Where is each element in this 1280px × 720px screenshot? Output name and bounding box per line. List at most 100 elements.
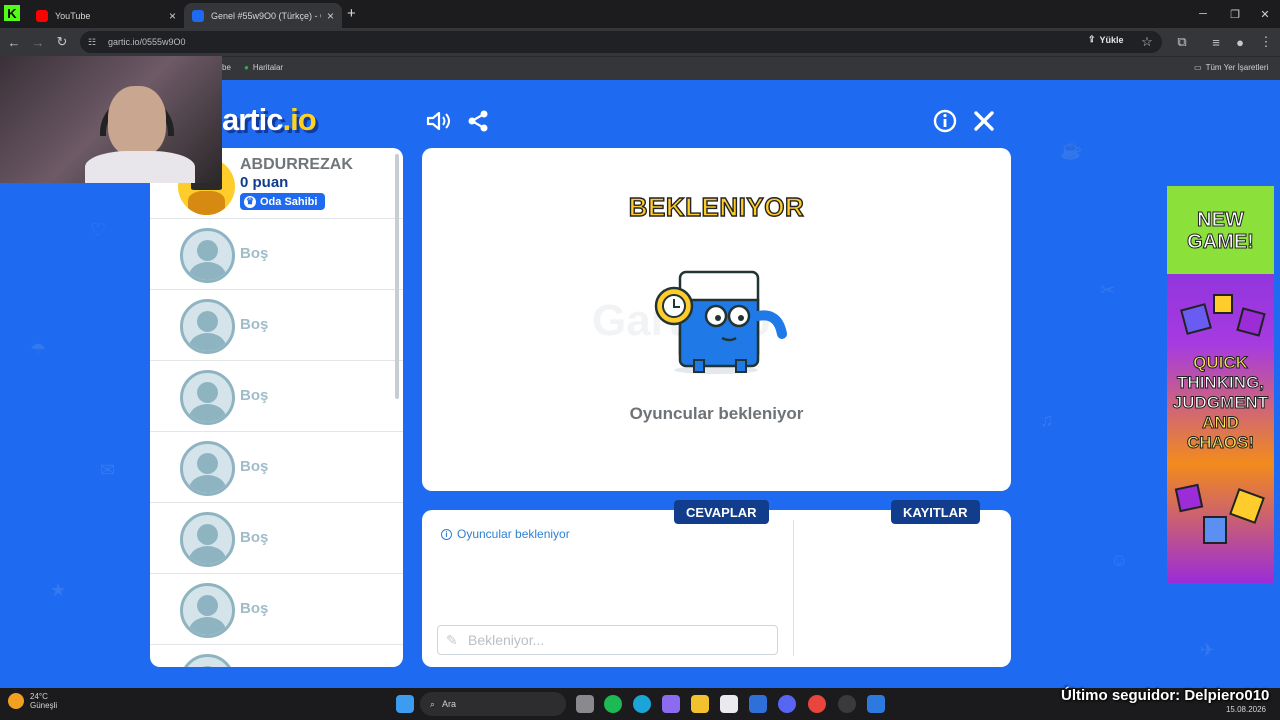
default-avatar-icon <box>180 583 235 638</box>
bookmark-youtube[interactable]: be <box>222 63 231 72</box>
player-slot-empty: Boş <box>150 574 403 645</box>
sun-icon <box>8 693 24 709</box>
store-icon[interactable] <box>720 695 738 713</box>
ad-card-icon <box>1236 307 1266 337</box>
chrome-icon[interactable] <box>808 695 826 713</box>
waiting-mascot-icon <box>644 266 794 376</box>
answer-input[interactable]: ✎ Bekleniyor... <box>437 625 778 655</box>
default-avatar-icon <box>180 370 235 425</box>
info-icon[interactable] <box>932 108 958 134</box>
empty-slot-label: Boş <box>240 458 269 475</box>
player-slot-empty: Boş <box>150 219 403 290</box>
tab-answers[interactable]: CEVAPLAR <box>674 500 769 524</box>
bookmark-maps[interactable]: ● Haritalar <box>244 63 283 72</box>
doodle-icon: ♡ <box>90 220 107 240</box>
discord-icon[interactable] <box>778 695 796 713</box>
windows-taskbar: 24°C Güneşli ⌕ Ara Último seguidor: Delp… <box>0 687 1280 720</box>
edge-icon[interactable] <box>633 695 651 713</box>
crown-icon: ♛ <box>244 195 256 208</box>
site-info-icon[interactable]: ☷ <box>88 37 100 48</box>
host-name: ABDURREZAK <box>240 156 353 173</box>
url-text: gartic.io/0555w9O0 <box>108 37 186 47</box>
game-stage: BEKLENIYOR Gartic.io Oyuncular bekleniyo… <box>422 148 1011 491</box>
panel-divider <box>793 520 794 656</box>
chat-system-message: i Oyuncular bekleniyor <box>441 527 570 541</box>
player-list: ABDURREZAK 0 puan ♛ Oda Sahibi Boş Boş B… <box>150 148 403 667</box>
doodle-icon: ✉ <box>100 460 116 480</box>
waiting-title: BEKLENIYOR <box>628 191 805 222</box>
doodle-icon: ✂ <box>1100 280 1116 300</box>
window-close-button[interactable]: ✕ <box>1248 0 1280 28</box>
room-owner-badge: ♛ Oda Sahibi <box>240 193 326 210</box>
task-view-icon[interactable] <box>576 695 594 713</box>
profile-avatar[interactable]: ● <box>1230 32 1250 52</box>
forward-button[interactable]: → <box>28 32 48 52</box>
default-avatar-icon <box>180 299 235 354</box>
host-points: 0 puan <box>240 174 289 191</box>
info-icon: i <box>441 528 452 540</box>
empty-slot-label: Boş <box>240 245 269 262</box>
sound-icon[interactable] <box>425 108 451 134</box>
back-button[interactable]: ← <box>4 32 24 52</box>
reload-button[interactable]: ↻ <box>52 32 72 52</box>
upload-button[interactable]: ⇪ Yükle <box>1088 34 1124 45</box>
maps-pin-icon: ● <box>244 63 249 72</box>
all-bookmarks[interactable]: ▭ Tüm Yer İşaretleri <box>1194 63 1268 72</box>
weather-widget[interactable]: 24°C Güneşli <box>8 692 57 710</box>
copilot-icon[interactable] <box>662 695 680 713</box>
bookmark-star-icon[interactable]: ☆ <box>1137 32 1157 52</box>
close-tab-icon[interactable]: × <box>327 9 334 23</box>
minimize-button[interactable]: ─ <box>1186 0 1220 28</box>
youtube-icon <box>36 9 48 22</box>
browser-toolbar: ← → ↻ ☷ gartic.io/0555w9O0 ⇪ Yükle ☆ ⧉ ≡… <box>0 28 1280 56</box>
ad-text: CHAOS! <box>1186 433 1255 452</box>
system-clock[interactable]: 15.08.2026 <box>1226 692 1266 715</box>
new-tab-button[interactable]: + <box>347 5 356 22</box>
tab-logs[interactable]: KAYITLAR <box>891 500 980 524</box>
player-slot-empty: Boş <box>150 290 403 361</box>
app-icon[interactable] <box>867 695 885 713</box>
ad-text: NEW <box>1197 209 1245 231</box>
answers-panel: CEVAPLAR KAYITLAR i Oyuncular bekleniyor… <box>422 500 1011 667</box>
doodle-icon: ☺ <box>1110 550 1129 570</box>
windows-start-icon[interactable] <box>396 695 414 713</box>
doodle-icon: ☂ <box>30 340 47 360</box>
spotify-icon[interactable] <box>604 695 622 713</box>
tab-youtube[interactable]: YouTube × <box>28 3 184 28</box>
empty-slot-label: Boş <box>240 529 269 546</box>
player-slot-empty: Boş <box>150 361 403 432</box>
doodle-icon: ✈ <box>1200 640 1216 660</box>
maximize-button[interactable]: ❐ <box>1218 0 1252 28</box>
doodle-icon: ♫ <box>1040 410 1054 430</box>
player-slot-empty <box>150 645 403 667</box>
player-list-scrollbar[interactable] <box>395 154 399 399</box>
extensions-icon[interactable]: ⧉ <box>1172 32 1192 52</box>
kick-icon: K <box>4 5 20 21</box>
search-icon: ⌕ <box>430 698 436 709</box>
tab-gartic[interactable]: Genel #55w9O0 (Türkçe) - Garti × <box>184 3 342 28</box>
gartic-favicon <box>192 9 204 22</box>
advertisement-banner[interactable]: NEW GAME! QUICK THINKING, JUDGMENT AND C… <box>1167 186 1274 583</box>
player-slot-empty: Boş <box>150 432 403 503</box>
address-bar[interactable]: ☷ gartic.io/0555w9O0 <box>80 31 1162 53</box>
share-icon[interactable] <box>465 108 491 134</box>
obs-icon[interactable] <box>838 695 856 713</box>
upload-icon: ⇪ <box>1088 34 1096 44</box>
empty-slot-label: Boş <box>240 316 269 333</box>
close-icon[interactable] <box>971 108 997 134</box>
ad-card-icon <box>1174 483 1204 513</box>
ad-text: GAME! <box>1187 231 1255 253</box>
menu-icon[interactable]: ⋮ <box>1256 32 1276 52</box>
close-tab-icon[interactable]: × <box>169 9 176 23</box>
ad-card-icon <box>1213 294 1233 314</box>
ad-card-icon <box>1229 488 1265 524</box>
ad-card-icon <box>1203 516 1227 544</box>
taskbar-search[interactable]: ⌕ Ara <box>420 692 566 716</box>
file-explorer-icon[interactable] <box>691 695 709 713</box>
player-slot-empty: Boş <box>150 503 403 574</box>
mail-icon[interactable] <box>749 695 767 713</box>
waiting-subtitle: Oyuncular bekleniyor <box>629 404 804 423</box>
ad-card-icon <box>1180 303 1212 335</box>
media-icon[interactable]: ≡ <box>1206 32 1226 52</box>
ad-text: AND <box>1202 413 1240 432</box>
